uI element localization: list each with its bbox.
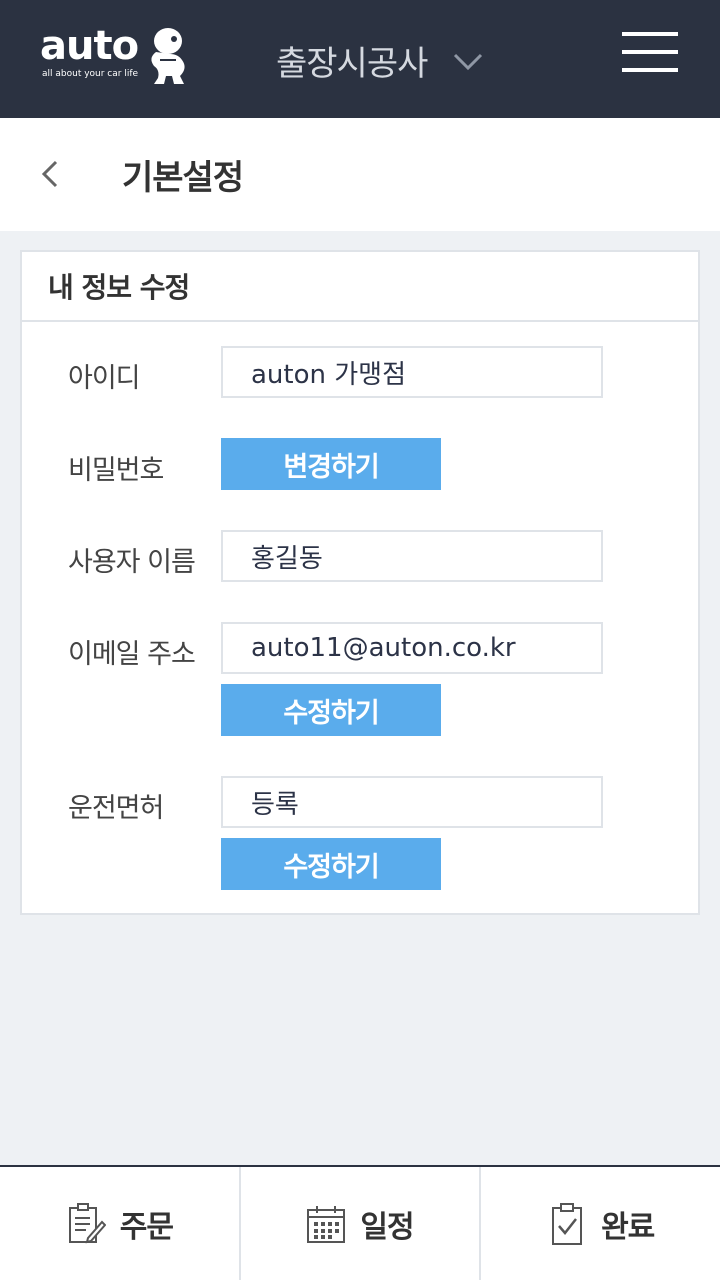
id-label: 아이디 (68, 363, 141, 394)
change-password-button[interactable]: 변경하기 (221, 438, 441, 490)
logo-text: auto (40, 23, 139, 69)
logo-tagline: all about your car life (42, 69, 139, 79)
card-title: 내 정보 수정 (48, 271, 190, 304)
chevron-left-icon (41, 160, 58, 188)
order-document-icon (68, 1202, 106, 1243)
username-label: 사용자 이름 (68, 547, 196, 578)
email-label: 이메일 주소 (68, 639, 196, 670)
nav-label-order: 주문 (119, 1209, 174, 1245)
checklist-clipboard-icon (552, 1202, 583, 1245)
nav-label-schedule: 일정 (360, 1209, 414, 1245)
edit-license-button[interactable]: 수정하기 (221, 838, 441, 890)
license-label: 운전면허 (68, 793, 164, 824)
password-label: 비밀번호 (68, 455, 164, 486)
hamburger-menu-icon[interactable] (622, 32, 680, 74)
app-header: auto all about your car life 출장시공사 (0, 0, 720, 118)
store-name: 출장시공사 (276, 43, 428, 84)
card-header: 내 정보 수정 (22, 252, 698, 322)
logo[interactable]: auto all about your car life (40, 22, 190, 88)
mascot-icon (151, 28, 185, 84)
username-field[interactable]: 홍길동 (221, 530, 603, 582)
calendar-icon (307, 1205, 346, 1243)
nav-label-complete: 완료 (601, 1209, 655, 1245)
nav-item-schedule[interactable]: 일정 (241, 1167, 482, 1280)
page-title: 기본설정 (122, 158, 244, 198)
back-button[interactable] (32, 154, 68, 194)
email-field[interactable]: auto11@auton.co.kr (221, 622, 603, 674)
license-field: 등록 (221, 776, 603, 828)
id-field: auton 가맹점 (221, 346, 603, 398)
store-selector[interactable]: 출장시공사 (276, 36, 483, 84)
chevron-down-icon (454, 53, 483, 71)
bottom-nav: 주문 일정 완료 (0, 1165, 720, 1280)
edit-email-button[interactable]: 수정하기 (221, 684, 441, 736)
nav-item-order[interactable]: 주문 (0, 1167, 241, 1280)
edit-profile-card: 내 정보 수정 아이디 auton 가맹점 비밀번호 변경하기 사용자 이름 홍… (20, 250, 700, 915)
title-bar (0, 118, 720, 231)
nav-item-complete[interactable]: 완료 (481, 1167, 720, 1280)
